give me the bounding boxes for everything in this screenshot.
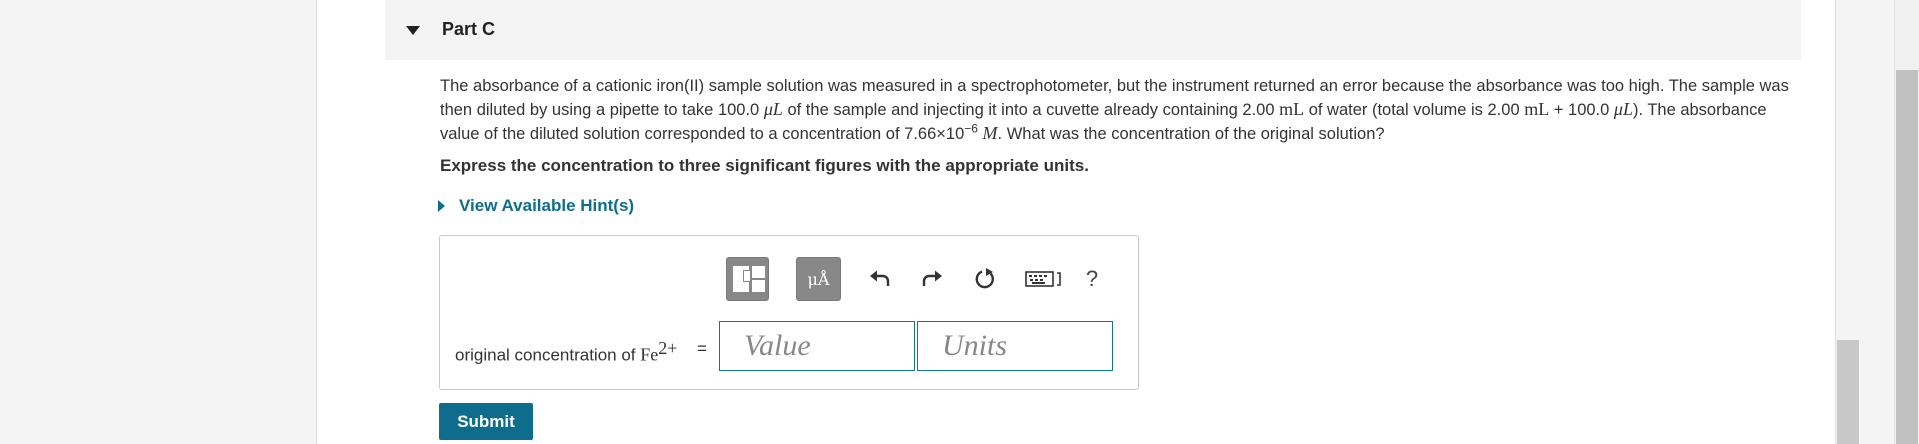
units-button[interactable]: μÅ: [796, 257, 841, 301]
templates-icon[interactable]: [726, 257, 769, 301]
help-button[interactable]: ?: [1080, 264, 1104, 294]
answer-label: original concentration of Fe2+: [455, 338, 677, 366]
question-seg: of water (total volume is 2.00: [1304, 101, 1525, 119]
left-gutter: [0, 0, 317, 444]
unit-microliter: μL: [1613, 99, 1633, 119]
units-field[interactable]: [917, 321, 1113, 371]
unit-microliter: μL: [763, 99, 783, 119]
inner-scroll-block: [1837, 340, 1859, 444]
value-field[interactable]: [719, 321, 915, 371]
unit-milliliter: mL: [1524, 99, 1550, 119]
unit-milliliter: mL: [1279, 99, 1305, 119]
redo-icon[interactable]: [918, 264, 946, 294]
instruction-text: Express the concentration to three signi…: [440, 156, 1089, 175]
part-title: Part C: [442, 19, 496, 39]
equals-sign: =: [697, 339, 707, 358]
ion-charge: 2+: [658, 338, 678, 358]
view-hints-label: View Available Hint(s): [459, 196, 635, 215]
submit-button[interactable]: Submit: [439, 403, 533, 440]
scrollbar-thumb[interactable]: [1896, 70, 1918, 444]
question-seg: + 100.0: [1549, 101, 1614, 119]
unit-molar: M: [982, 123, 998, 143]
keyboard-icon[interactable]: [1024, 264, 1064, 294]
expand-caret-icon: [438, 200, 445, 212]
undo-icon[interactable]: [866, 264, 894, 294]
units-input[interactable]: [918, 322, 1112, 370]
answer-label-text: original concentration of: [455, 345, 641, 365]
collapse-caret-icon[interactable]: [406, 26, 420, 35]
exponent: −6: [964, 121, 978, 136]
part-header[interactable]: [385, 0, 1801, 60]
reset-icon[interactable]: [970, 264, 1000, 294]
question-seg: . What was the concentration of the orig…: [997, 125, 1385, 143]
value-input[interactable]: [720, 322, 914, 370]
view-hints-toggle[interactable]: View Available Hint(s): [438, 196, 634, 216]
question-seg: of the sample and injecting it into a cu…: [782, 101, 1280, 119]
chemical-species: Fe: [640, 344, 659, 365]
question-text: The absorbance of a cationic iron(II) sa…: [440, 75, 1800, 146]
